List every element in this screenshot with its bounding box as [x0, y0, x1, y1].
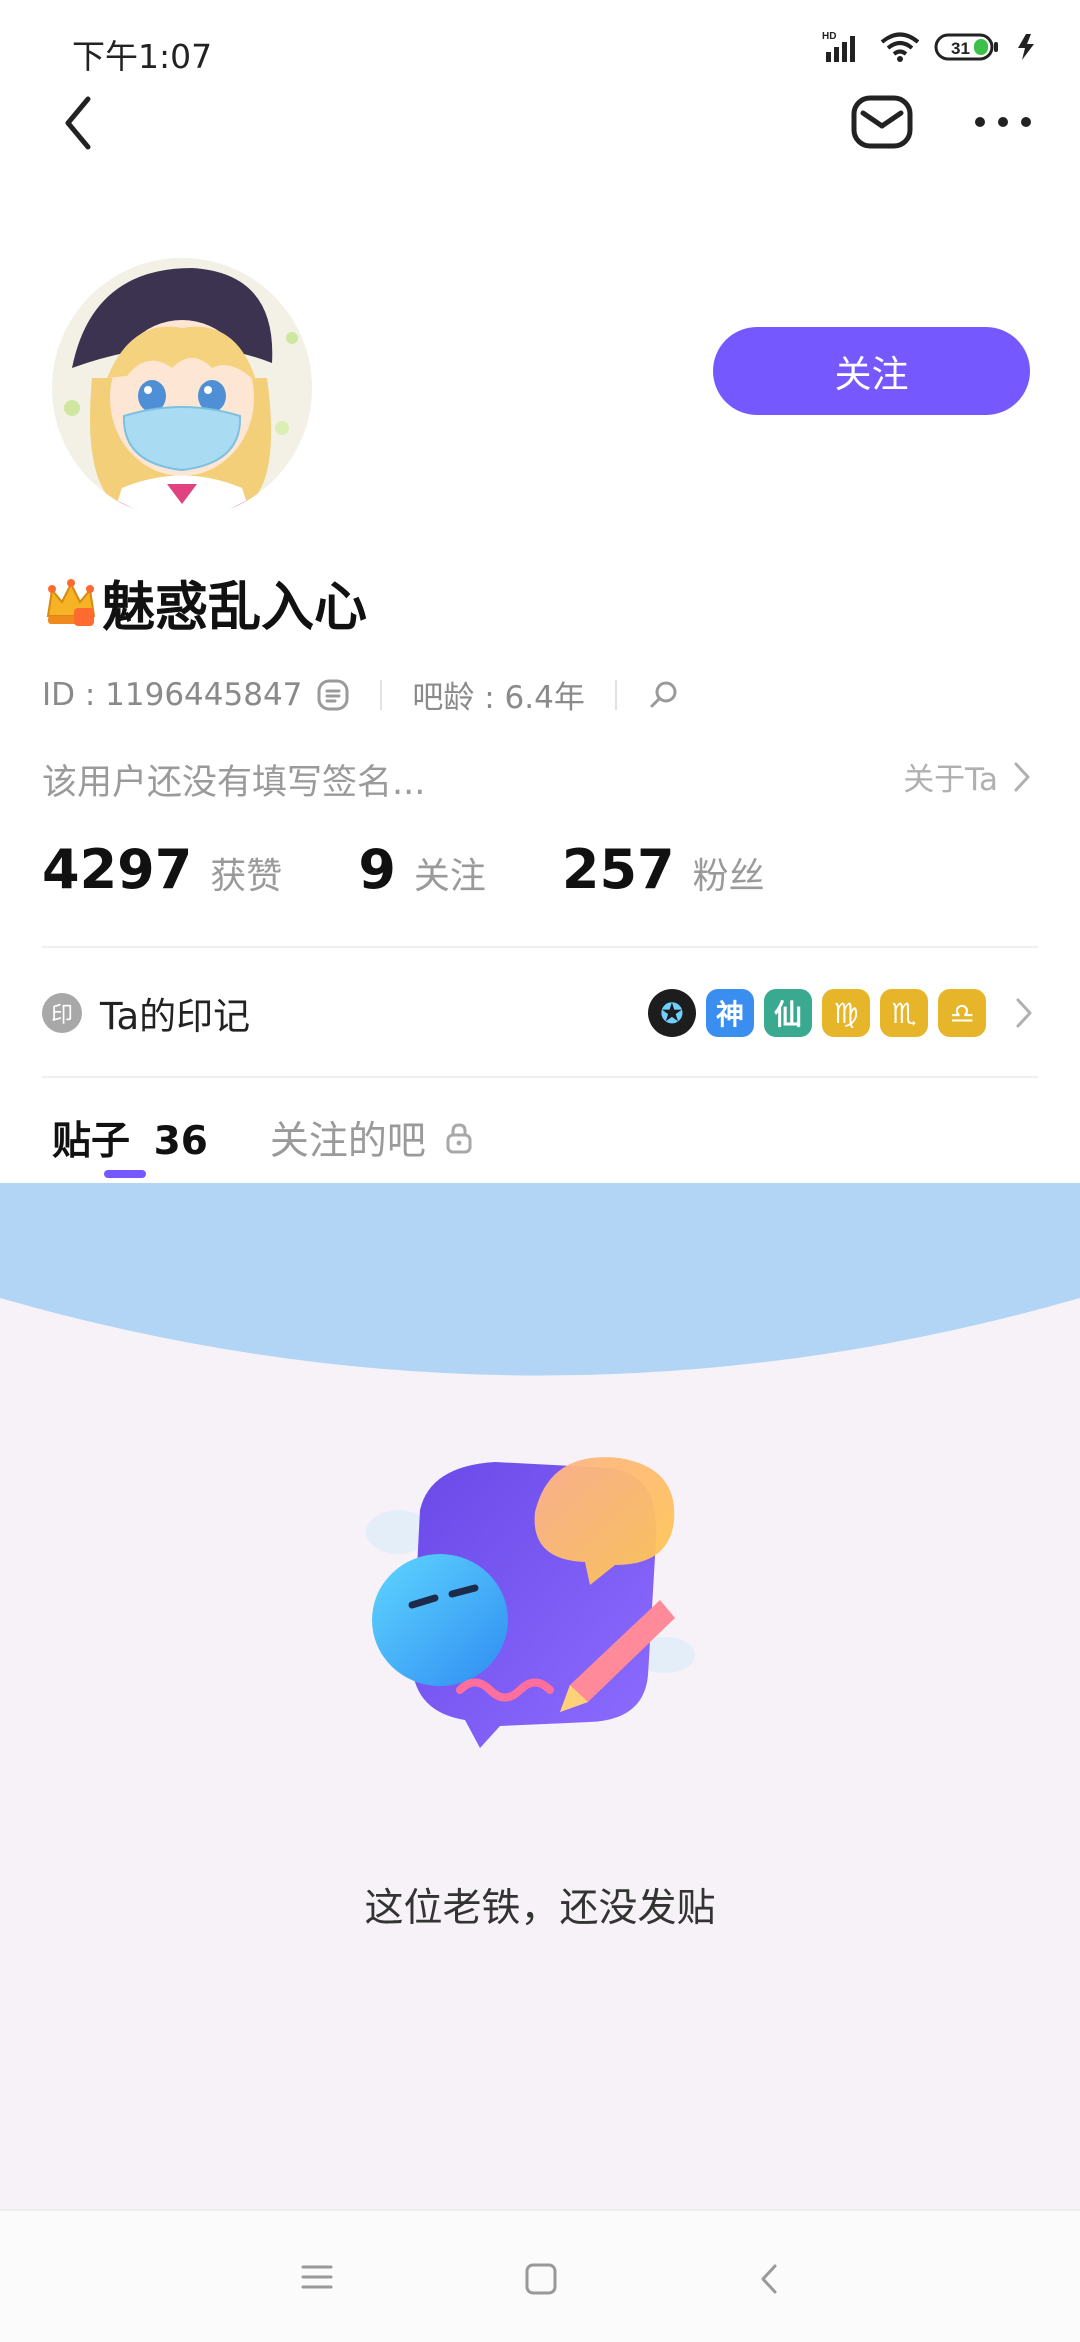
seal-icon: 印 [42, 993, 82, 1033]
badge-immortal-icon: 仙 [764, 989, 812, 1037]
badge-row[interactable]: 印 Ta的印记 ✪ 神 仙 ♍ ♏ ♎ [42, 976, 1038, 1050]
menu-icon [301, 2265, 333, 2289]
likes-count[interactable]: 4297 [42, 838, 192, 901]
system-back-button[interactable] [757, 2262, 781, 2300]
wifi-icon [880, 31, 920, 67]
meta-divider [614, 679, 617, 710]
meta-row: ID : 1196445847 吧龄 : 6.4年 [42, 672, 681, 717]
back-button[interactable] [48, 88, 108, 158]
lock-icon [446, 1123, 472, 1154]
following-count[interactable]: 9 [358, 838, 396, 901]
username: 魅惑乱入心 [102, 577, 367, 638]
svg-text:31: 31 [951, 39, 970, 58]
tab-posts-count: 36 [153, 1119, 208, 1164]
meta-divider [380, 679, 383, 710]
badge-libra-icon: ♎ [938, 989, 986, 1037]
empty-posts-illustration [360, 1450, 700, 1770]
tab-followed-bars-label: 关注的吧 [269, 1119, 426, 1164]
more-button[interactable] [968, 92, 1038, 152]
badge-title: Ta的印记 [100, 995, 251, 1038]
empty-message: 这位老铁，还没发贴 [364, 1886, 716, 1931]
fans-count[interactable]: 257 [562, 838, 675, 901]
tab-posts-label: 贴子 [52, 1119, 131, 1164]
tab-followed-bars[interactable]: 关注的吧 [270, 1110, 474, 1166]
wave-banner [0, 1183, 1080, 1376]
copy-id-icon[interactable] [316, 678, 350, 712]
likes-label[interactable]: 获赞 [210, 847, 282, 899]
search-user-icon[interactable] [647, 678, 681, 712]
home-square-icon [525, 2263, 557, 2295]
avatar[interactable] [52, 258, 312, 518]
svg-text:HD: HD [822, 31, 836, 42]
status-icons: HD 31 [822, 30, 1040, 68]
badge-scorpio-icon: ♏ [880, 989, 928, 1037]
following-label[interactable]: 关注 [414, 847, 486, 899]
bar-age: 吧龄 : 6.4年 [412, 680, 585, 716]
charging-icon [1014, 32, 1040, 66]
badge-virgo-icon: ♍ [822, 989, 870, 1037]
crown-vip-icon [44, 576, 98, 630]
status-time: 下午1:07 [72, 37, 213, 76]
profile-tabs: 贴子 36 关注的吧 [52, 1110, 474, 1166]
signature: 该用户还没有填写签名... [42, 763, 426, 803]
divider [42, 1076, 1038, 1078]
tab-posts[interactable]: 贴子 36 [52, 1110, 208, 1166]
fans-label[interactable]: 粉丝 [693, 847, 765, 899]
chevron-left-icon [761, 2264, 777, 2294]
divider [42, 946, 1038, 948]
about-ta-label: 关于Ta [903, 762, 998, 798]
more-dots-icon [975, 117, 1031, 127]
message-button[interactable] [848, 92, 916, 152]
recent-apps-button[interactable] [300, 2262, 334, 2296]
chevron-left-icon [65, 96, 91, 150]
about-ta-link[interactable]: 关于Ta [903, 754, 1032, 799]
follow-button[interactable]: 关注 [713, 327, 1030, 415]
stats-row: 4297 获赞 9 关注 257 粉丝 [42, 838, 841, 901]
tab-indicator [104, 1170, 146, 1178]
chevron-right-icon [1014, 762, 1030, 791]
hd-signal-icon: HD [822, 30, 866, 68]
badge-emblem-icon: ✪ [648, 989, 696, 1037]
battery-icon: 31 [934, 32, 1000, 66]
home-button[interactable] [524, 2262, 558, 2300]
badge-list: ✪ 神 仙 ♍ ♏ ♎ [648, 989, 1038, 1037]
chevron-right-icon [1016, 998, 1032, 1028]
user-id: ID : 1196445847 [42, 676, 303, 713]
mail-icon [851, 95, 913, 149]
username-row: 魅惑乱入心 [44, 565, 367, 641]
status-bar: 下午1:07 HD 31 [0, 0, 1080, 88]
badge-god-icon: 神 [706, 989, 754, 1037]
